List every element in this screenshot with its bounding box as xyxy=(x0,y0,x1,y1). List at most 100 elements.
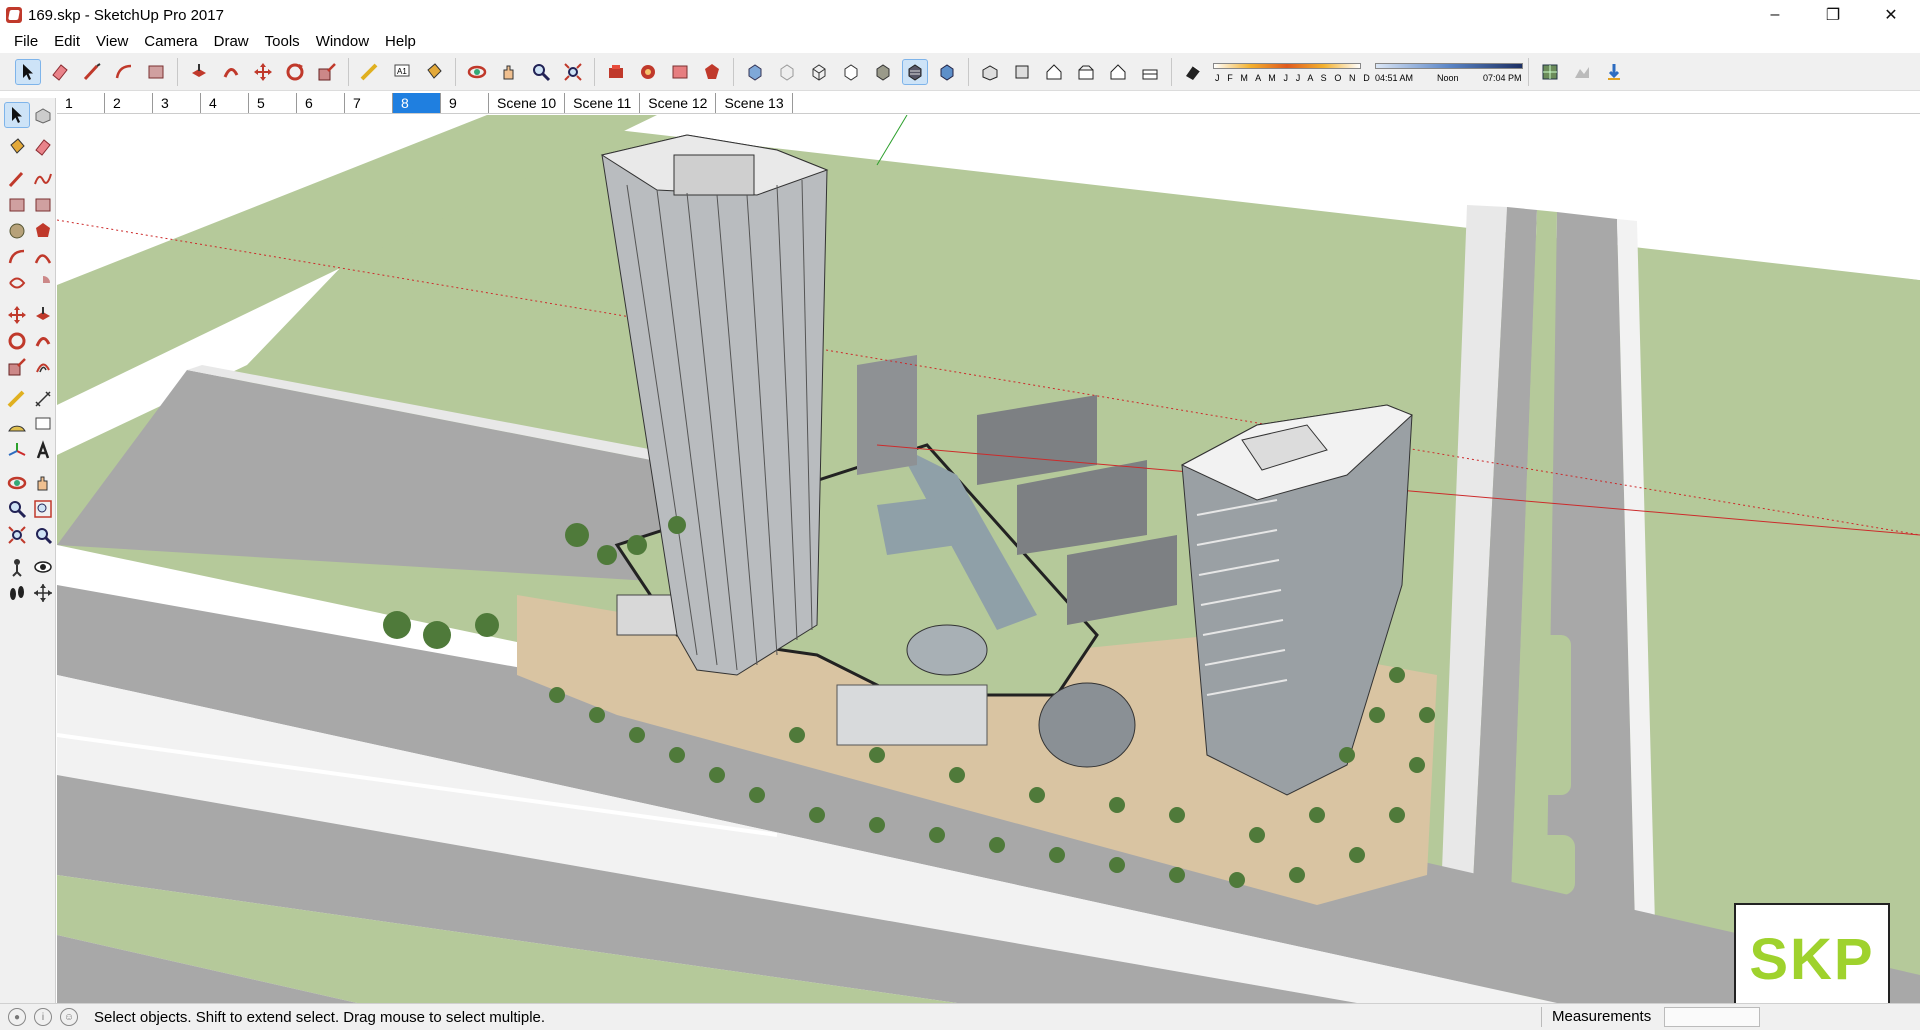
zoom-window-icon[interactable] xyxy=(30,496,56,522)
arc-icon[interactable] xyxy=(4,244,30,270)
restore-button[interactable]: ❐ xyxy=(1804,0,1862,30)
dimension-icon[interactable] xyxy=(30,386,56,412)
back-view-icon[interactable] xyxy=(1105,59,1131,85)
rotate-icon[interactable] xyxy=(4,328,30,354)
minimize-button[interactable]: – xyxy=(1746,0,1804,30)
paint-bucket-tool-icon[interactable] xyxy=(421,59,447,85)
hidden-line-style-icon[interactable] xyxy=(838,59,864,85)
pan-icon[interactable] xyxy=(30,470,56,496)
line-tool-icon[interactable] xyxy=(79,59,105,85)
month-slider-track[interactable] xyxy=(1213,62,1361,69)
arc-tool-icon[interactable] xyxy=(111,59,137,85)
scale-icon[interactable] xyxy=(4,354,30,380)
scene-tab-3[interactable]: 3 xyxy=(153,92,201,113)
push-pull-tool-icon[interactable] xyxy=(186,59,212,85)
iso-view-icon[interactable] xyxy=(977,59,1003,85)
share-model-icon[interactable] xyxy=(667,59,693,85)
circle-icon[interactable] xyxy=(4,218,30,244)
select-tool-icon[interactable] xyxy=(4,102,30,128)
geolocation-import-icon[interactable] xyxy=(1601,59,1627,85)
scene-tab-6[interactable]: 6 xyxy=(297,92,345,113)
protractor-icon[interactable] xyxy=(4,412,30,438)
axes-icon[interactable] xyxy=(4,438,30,464)
time-slider-track[interactable] xyxy=(1375,62,1523,69)
menu-tools[interactable]: Tools xyxy=(257,33,308,50)
text-icon[interactable] xyxy=(30,412,56,438)
two-point-arc-icon[interactable] xyxy=(30,244,56,270)
menu-edit[interactable]: Edit xyxy=(46,33,88,50)
scene-tab-2[interactable]: 2 xyxy=(105,92,153,113)
pie-icon[interactable] xyxy=(30,270,56,296)
scene-tab-7[interactable]: 7 xyxy=(345,92,393,113)
move-tool-icon[interactable] xyxy=(250,59,276,85)
walk-icon[interactable] xyxy=(4,580,30,606)
warehouse-icon[interactable] xyxy=(603,59,629,85)
select-tool-icon[interactable] xyxy=(15,58,41,85)
shadow-time-slider[interactable]: 04:51 AM Noon 07:04 PM xyxy=(1375,59,1523,85)
scene-tab-9[interactable]: 9 xyxy=(441,92,489,113)
extension-warehouse-icon[interactable] xyxy=(635,59,661,85)
follow-me-icon[interactable] xyxy=(30,328,56,354)
xray-style-icon[interactable] xyxy=(742,59,768,85)
scene-tab-10[interactable]: Scene 10 xyxy=(489,92,566,113)
shadow-month-slider[interactable]: J F M A M J J A S O N D xyxy=(1213,59,1370,85)
scene-tab-11[interactable]: Scene 11 xyxy=(565,92,641,113)
text-tool-icon[interactable]: A1 xyxy=(389,59,415,85)
top-view-icon[interactable] xyxy=(1009,59,1035,85)
scene-tab-13[interactable]: Scene 13 xyxy=(716,92,793,113)
scene-tab-12[interactable]: Scene 12 xyxy=(640,92,717,113)
menu-view[interactable]: View xyxy=(88,33,136,50)
follow-me-tool-icon[interactable] xyxy=(218,59,244,85)
make-component-icon[interactable] xyxy=(30,102,56,128)
menu-draw[interactable]: Draw xyxy=(206,33,257,50)
close-button[interactable]: ✕ xyxy=(1862,0,1920,30)
rotate-tool-icon[interactable] xyxy=(282,59,308,85)
shadows-toggle-icon[interactable] xyxy=(1180,59,1206,85)
zoom-tool-icon[interactable] xyxy=(528,59,554,85)
position-camera-icon[interactable] xyxy=(4,554,30,580)
previous-view-icon[interactable] xyxy=(30,522,56,548)
sketchup-app-icon[interactable] xyxy=(6,7,22,23)
extension-manager-icon[interactable] xyxy=(699,59,725,85)
menu-file[interactable]: File xyxy=(6,33,46,50)
scene-tab-8[interactable]: 8 xyxy=(393,92,441,113)
menu-window[interactable]: Window xyxy=(308,33,377,50)
push-pull-icon[interactable] xyxy=(30,302,56,328)
rotated-rectangle-icon[interactable] xyxy=(30,192,56,218)
add-location-icon[interactable] xyxy=(1537,59,1563,85)
section-plane-icon[interactable] xyxy=(30,580,56,606)
tape-measure-tool-icon[interactable] xyxy=(357,59,383,85)
freehand-icon[interactable] xyxy=(30,166,56,192)
left-view-icon[interactable] xyxy=(1137,59,1163,85)
zoom-extents-icon[interactable] xyxy=(4,522,30,548)
polygon-icon[interactable] xyxy=(30,218,56,244)
3d-text-icon[interactable] xyxy=(30,438,56,464)
offset-icon[interactable] xyxy=(30,354,56,380)
front-view-icon[interactable] xyxy=(1041,59,1067,85)
back-edges-style-icon[interactable] xyxy=(774,59,800,85)
scene-tab-5[interactable]: 5 xyxy=(249,92,297,113)
line-icon[interactable] xyxy=(4,166,30,192)
monochrome-style-icon[interactable] xyxy=(934,59,960,85)
eraser-icon[interactable] xyxy=(30,134,56,160)
scale-tool-icon[interactable] xyxy=(314,59,340,85)
credits-info-icon[interactable]: i xyxy=(34,1008,52,1026)
scene-tab-1[interactable]: 1 xyxy=(57,92,105,113)
three-point-arc-icon[interactable] xyxy=(4,270,30,296)
orbit-tool-icon[interactable] xyxy=(464,59,490,85)
shaded-textures-style-icon[interactable] xyxy=(902,58,928,85)
paint-bucket-icon[interactable] xyxy=(4,134,30,160)
pan-tool-icon[interactable] xyxy=(496,59,522,85)
measurements-input[interactable] xyxy=(1664,1007,1760,1027)
user-account-icon[interactable]: ☺ xyxy=(60,1008,78,1026)
model-scene[interactable] xyxy=(57,115,1920,1003)
shaded-style-icon[interactable] xyxy=(870,59,896,85)
toggle-terrain-icon[interactable] xyxy=(1569,59,1595,85)
tape-measure-icon[interactable] xyxy=(4,386,30,412)
model-viewport[interactable] xyxy=(57,115,1920,1003)
scene-tab-4[interactable]: 4 xyxy=(201,92,249,113)
right-view-icon[interactable] xyxy=(1073,59,1099,85)
rectangle-tool-icon[interactable] xyxy=(143,59,169,85)
zoom-extents-tool-icon[interactable] xyxy=(560,59,586,85)
move-icon[interactable] xyxy=(4,302,30,328)
